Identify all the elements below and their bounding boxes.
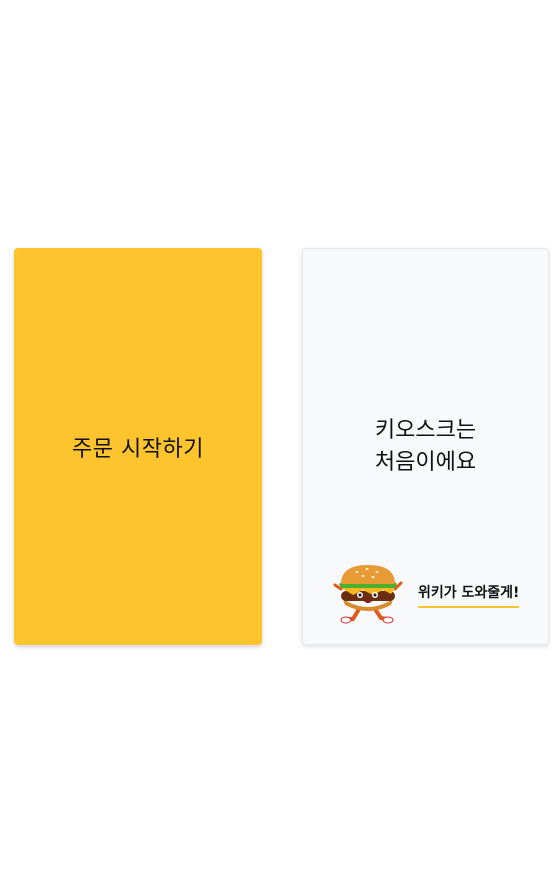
first-time-help-card[interactable]: 키오스크는 처음이에요 위키가 도와줄게! bbox=[302, 248, 549, 645]
burger-mascot-icon bbox=[333, 559, 403, 629]
start-order-card[interactable]: 주문 시작하기 bbox=[14, 248, 262, 645]
kiosk-start-screen: 주문 시작하기 키오스크는 처음이에요 위키가 도와줄게! bbox=[0, 0, 558, 892]
help-title-line-1: 키오스크는 bbox=[374, 418, 477, 443]
start-order-label: 주문 시작하기 bbox=[72, 436, 204, 462]
help-title-line-2: 처음이에요 bbox=[374, 450, 477, 475]
help-card-title: 키오스크는 처음이에요 bbox=[303, 415, 548, 479]
helper-text: 위키가 도와줄게! bbox=[418, 582, 520, 608]
